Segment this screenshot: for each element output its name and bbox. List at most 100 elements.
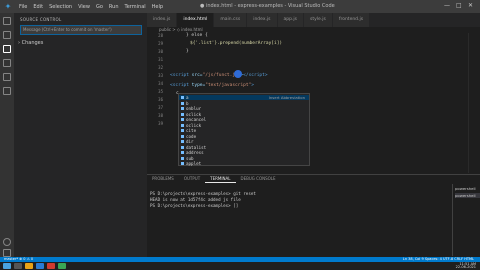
title-bar: ✦ File Edit Selection View Go Run Termin… bbox=[0, 0, 480, 13]
panel-tabs: PROBLEMS OUTPUT TERMINAL DEBUG CONSOLE bbox=[147, 175, 281, 183]
tab-index-html[interactable]: index.html bbox=[177, 13, 215, 27]
menu-go[interactable]: Go bbox=[93, 4, 106, 10]
windows-taskbar: 11:51 AM 22-06-2021 bbox=[0, 262, 480, 270]
start-icon[interactable] bbox=[3, 263, 11, 269]
line-number: 38 bbox=[158, 113, 163, 118]
tab-debug-console[interactable]: DEBUG CONSOLE bbox=[236, 175, 281, 183]
abbreviation-icon bbox=[181, 118, 184, 121]
abbreviation-icon bbox=[181, 112, 184, 116]
tab-app-js[interactable]: app.js bbox=[277, 13, 305, 27]
tab-style-js[interactable]: style.js bbox=[304, 13, 333, 27]
line-number: 34 bbox=[158, 81, 163, 86]
menu-run[interactable]: Run bbox=[106, 4, 122, 10]
line-number: 28 bbox=[158, 33, 163, 38]
source-control-icon[interactable] bbox=[3, 45, 11, 53]
line-number: 33 bbox=[158, 73, 163, 78]
file-explorer-icon[interactable] bbox=[25, 263, 33, 269]
account-icon[interactable] bbox=[3, 238, 11, 246]
abbreviation-icon bbox=[181, 129, 184, 132]
terminal-line: PS D:\projects\express-examples> git res… bbox=[150, 191, 256, 196]
activity-bar bbox=[0, 13, 14, 257]
system-clock[interactable]: 11:51 AM 22-06-2021 bbox=[455, 262, 476, 269]
abbreviation-icon bbox=[181, 140, 184, 143]
abbreviation-icon bbox=[181, 145, 184, 149]
suggestion-item[interactable]: onblur bbox=[179, 106, 309, 111]
editor-tabs: index.js index.html main.css index.js ap… bbox=[147, 13, 480, 27]
search-taskbar-icon[interactable] bbox=[14, 263, 22, 269]
code-line: } bbox=[186, 49, 189, 54]
search-icon[interactable] bbox=[3, 31, 11, 39]
line-number: 32 bbox=[158, 65, 163, 70]
line-number: 29 bbox=[158, 41, 163, 46]
tab-terminal[interactable]: TERMINAL bbox=[205, 175, 236, 183]
suggestion-item[interactable]: oncancel bbox=[179, 117, 309, 122]
clock-date: 22-06-2021 bbox=[455, 265, 476, 269]
tab-index-js-2[interactable]: index.js bbox=[247, 13, 278, 27]
abbreviation-icon bbox=[181, 151, 184, 154]
minimize-icon[interactable]: — bbox=[444, 2, 450, 9]
suggestion-item[interactable]: code bbox=[179, 134, 309, 139]
terminal-instance[interactable]: powershell bbox=[455, 186, 476, 191]
line-number: 31 bbox=[158, 57, 163, 62]
terminal-line: PS D:\projects\express-examples> [] bbox=[150, 203, 239, 208]
vscode-taskbar-icon[interactable] bbox=[36, 263, 44, 269]
suggestion-item[interactable]: dir bbox=[179, 139, 309, 144]
abbreviation-icon bbox=[181, 162, 184, 165]
close-icon[interactable]: ✕ bbox=[468, 2, 473, 9]
menu-help[interactable]: Help bbox=[149, 4, 166, 10]
code-line: } else { bbox=[186, 33, 208, 38]
menu-terminal[interactable]: Terminal bbox=[122, 4, 149, 10]
code-line-script-type: <script type="text/javascript"> bbox=[170, 83, 255, 88]
suggestion-item[interactable]: b bbox=[179, 101, 309, 106]
abbreviation-icon bbox=[181, 134, 184, 138]
settings-gear-icon[interactable] bbox=[3, 249, 11, 257]
click-indicator bbox=[234, 70, 242, 78]
tab-index-js[interactable]: index.js bbox=[147, 13, 178, 27]
window-title: ● index.html - express-examples - Visual… bbox=[200, 3, 335, 9]
minimap[interactable] bbox=[468, 33, 480, 173]
tab-main-css[interactable]: main.css bbox=[214, 13, 248, 27]
source-control-panel: SOURCE CONTROL Message (Ctrl+Enter to co… bbox=[14, 13, 147, 257]
terminal-instance[interactable]: powershell bbox=[455, 193, 480, 198]
explorer-icon[interactable] bbox=[3, 17, 11, 25]
line-number: 36 bbox=[158, 97, 163, 102]
terminal-line: HEAD is now at 1d57f4c added js file bbox=[150, 197, 241, 202]
terminal-list: powershell powershell bbox=[452, 184, 480, 256]
menu-selection[interactable]: Selection bbox=[46, 4, 75, 10]
maximize-icon[interactable]: □ bbox=[456, 2, 462, 9]
abbreviation-icon bbox=[181, 123, 184, 127]
suggestion-item[interactable]: a Insert Abbreviation bbox=[179, 95, 309, 100]
abbreviation-icon bbox=[181, 101, 184, 105]
suggestion-item[interactable]: datalist bbox=[179, 145, 309, 150]
bottom-panel: PROBLEMS OUTPUT TERMINAL DEBUG CONSOLE P… bbox=[147, 174, 480, 257]
tab-problems[interactable]: PROBLEMS bbox=[147, 175, 179, 183]
line-number: 39 bbox=[158, 121, 163, 126]
menu-view[interactable]: View bbox=[75, 4, 93, 10]
tab-output[interactable]: OUTPUT bbox=[179, 175, 205, 183]
vscode-logo-icon: ✦ bbox=[4, 1, 12, 11]
abbreviation-icon bbox=[181, 156, 184, 160]
menu-edit[interactable]: Edit bbox=[30, 4, 46, 10]
line-number: 30 bbox=[158, 49, 163, 54]
menu-file[interactable]: File bbox=[16, 4, 30, 10]
line-number-gutter: 28 29 30 31 32 33 34 35 36 37 38 39 bbox=[147, 33, 167, 173]
run-debug-icon[interactable] bbox=[3, 59, 11, 67]
suggestion-item[interactable]: oclick bbox=[179, 112, 309, 117]
suggestion-item[interactable]: applet bbox=[179, 161, 309, 166]
sidebar-header: SOURCE CONTROL bbox=[20, 17, 62, 22]
abbreviation-icon bbox=[181, 107, 184, 110]
code-line-script-src: <script src="/js/funct.js"></script> bbox=[170, 73, 268, 78]
extensions-icon[interactable] bbox=[3, 73, 11, 81]
suggestion-widget[interactable]: a Insert Abbreviation b onblur oclick onc… bbox=[178, 93, 310, 166]
suggestion-item[interactable]: cite bbox=[179, 128, 309, 133]
line-number: 35 bbox=[158, 89, 163, 94]
browser-taskbar-icon[interactable] bbox=[47, 263, 55, 269]
remote-icon[interactable] bbox=[3, 87, 11, 95]
app-taskbar-icon[interactable] bbox=[58, 263, 66, 269]
commit-message-input[interactable]: Message (Ctrl+Enter to commit on 'master… bbox=[20, 25, 142, 35]
suggestion-item[interactable]: oclick bbox=[179, 123, 309, 128]
suggestion-item[interactable]: sub bbox=[179, 156, 309, 161]
changes-section[interactable]: › Changes bbox=[18, 40, 43, 46]
suggestion-item[interactable]: address bbox=[179, 150, 309, 155]
tab-frontend-js[interactable]: frontend.js bbox=[332, 13, 371, 27]
